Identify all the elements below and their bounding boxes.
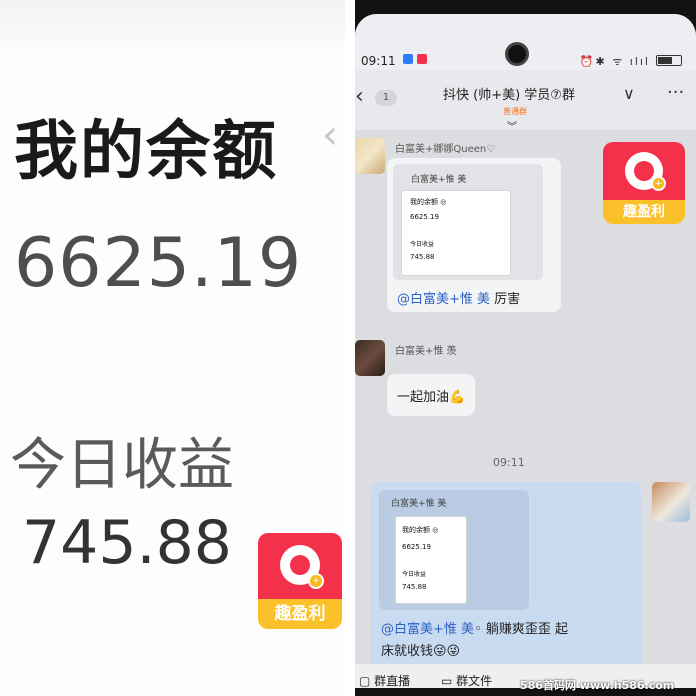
today-earnings-title: 今日收益 bbox=[10, 433, 234, 498]
message-bubble-own[interactable]: 白富美+惟 美 我的余额 ◎ 6625.19 今日收益 745.88 @白富美+… bbox=[371, 482, 641, 678]
app-logo-label: 趣盈利 bbox=[258, 599, 342, 629]
group-title[interactable]: 抖快 (帅+美) 学员⑦群 bbox=[443, 84, 575, 103]
top-shade bbox=[0, 0, 345, 60]
logo-ring-inner bbox=[290, 555, 310, 575]
system-icons: ⏰✱ ᯤ ılıl bbox=[579, 55, 650, 68]
coin-icon: + bbox=[308, 573, 324, 589]
message-text: @白富美+惟 美◦ 躺赚爽歪歪 起 bbox=[381, 618, 568, 637]
status-time: 09:11 bbox=[361, 54, 396, 68]
avatar[interactable] bbox=[355, 138, 385, 174]
battery-icon bbox=[656, 55, 682, 66]
image-thumbnail[interactable]: 我的余额 ◎ 6625.19 今日收益 745.88 bbox=[395, 516, 467, 604]
quoted-message[interactable]: 白富美+惟 美 我的余额 ◎ 6625.19 今日收益 745.88 bbox=[393, 164, 543, 280]
message-text: @白富美+惟 美 厉害 bbox=[397, 288, 520, 307]
app-logo: + 趣盈利 bbox=[603, 142, 685, 224]
chevron-down-icon[interactable]: ∨ bbox=[623, 84, 635, 103]
avatar[interactable] bbox=[355, 340, 385, 376]
app-logo: + 趣盈利 bbox=[258, 533, 342, 629]
message-bubble[interactable]: 一起加油💪 bbox=[387, 374, 475, 416]
avatar[interactable] bbox=[652, 482, 690, 522]
message-text-body: 厉害 bbox=[490, 292, 521, 307]
front-camera bbox=[505, 42, 529, 66]
mini-balance-value: 6625.19 bbox=[402, 543, 431, 551]
mini-today-title: 今日收益 bbox=[410, 241, 435, 248]
mini-balance-title: 我的余额 ◎ bbox=[402, 526, 439, 534]
coin-icon: + bbox=[651, 176, 666, 191]
mention-link[interactable]: @白富美+惟 美 bbox=[381, 622, 474, 637]
group-files-button[interactable]: ▭ 群文件 bbox=[441, 672, 492, 688]
unread-count-badge: 1 bbox=[375, 90, 397, 106]
group-tag: 普通群 bbox=[503, 107, 527, 116]
quoted-message[interactable]: 白富美+惟 美 我的余额 ◎ 6625.19 今日收益 745.88 bbox=[379, 490, 529, 610]
group-live-button[interactable]: ▢ 群直播 bbox=[359, 672, 410, 688]
mini-today-title: 今日收益 bbox=[402, 571, 427, 578]
sender-name: 白富美+娜娜Queen♡ bbox=[395, 144, 496, 155]
sender-name: 白富美+惟 羡 bbox=[395, 346, 457, 357]
quoted-sender: 白富美+惟 美 bbox=[411, 175, 467, 185]
balance-screenshot: 我的余额 ‹ 6625.19 今日收益 745.88 + 趣盈利 bbox=[0, 0, 345, 696]
mini-balance-title: 我的余额 ◎ bbox=[410, 198, 447, 206]
chat-header: ‹ 1 抖快 (帅+美) 学员⑦群 普通群 ∨ ··· ︾ bbox=[355, 70, 696, 133]
chevron-left-icon[interactable]: ‹ bbox=[322, 112, 338, 158]
back-icon[interactable]: ‹ bbox=[355, 84, 364, 109]
image-thumbnail[interactable]: 我的余额 ◎ 6625.19 今日收益 745.88 bbox=[401, 190, 511, 276]
balance-title: 我的余额 bbox=[14, 115, 278, 189]
message-text-body: ◦ 躺赚爽歪歪 起 bbox=[474, 622, 568, 637]
mini-today-value: 745.88 bbox=[410, 253, 435, 261]
notification-icon-red bbox=[417, 54, 427, 64]
mention-link[interactable]: @白富美+惟 美 bbox=[397, 292, 490, 307]
status-bar: 09:11 ⏰✱ ᯤ ılıl bbox=[355, 14, 696, 70]
balance-value: 6625.19 bbox=[14, 224, 303, 303]
message-bubble[interactable]: 白富美+惟 美 我的余额 ◎ 6625.19 今日收益 745.88 @白富美+… bbox=[387, 158, 561, 312]
watermark: 586首码网 www.h586.com bbox=[520, 679, 675, 692]
message-text-line2: 床就收钱😜😜 bbox=[381, 644, 461, 659]
app-logo-label: 趣盈利 bbox=[603, 200, 685, 224]
today-earnings-value: 745.88 bbox=[22, 508, 232, 578]
mini-today-value: 745.88 bbox=[402, 583, 427, 591]
logo-ring-inner bbox=[634, 161, 654, 181]
notification-icon bbox=[403, 54, 413, 64]
phone-photo: 09:11 ⏰✱ ᯤ ılıl ‹ 1 抖快 (帅+美) 学员⑦群 普通群 ∨ … bbox=[355, 0, 696, 696]
phone-screen: 09:11 ⏰✱ ᯤ ılıl ‹ 1 抖快 (帅+美) 学员⑦群 普通群 ∨ … bbox=[355, 14, 696, 688]
mini-balance-value: 6625.19 bbox=[410, 213, 439, 221]
collapse-icon[interactable]: ︾ bbox=[507, 118, 517, 133]
quoted-sender: 白富美+惟 美 bbox=[391, 499, 447, 509]
message-text: 一起加油💪 bbox=[397, 390, 466, 405]
message-timestamp: 09:11 bbox=[493, 456, 525, 469]
more-icon[interactable]: ··· bbox=[667, 82, 684, 103]
